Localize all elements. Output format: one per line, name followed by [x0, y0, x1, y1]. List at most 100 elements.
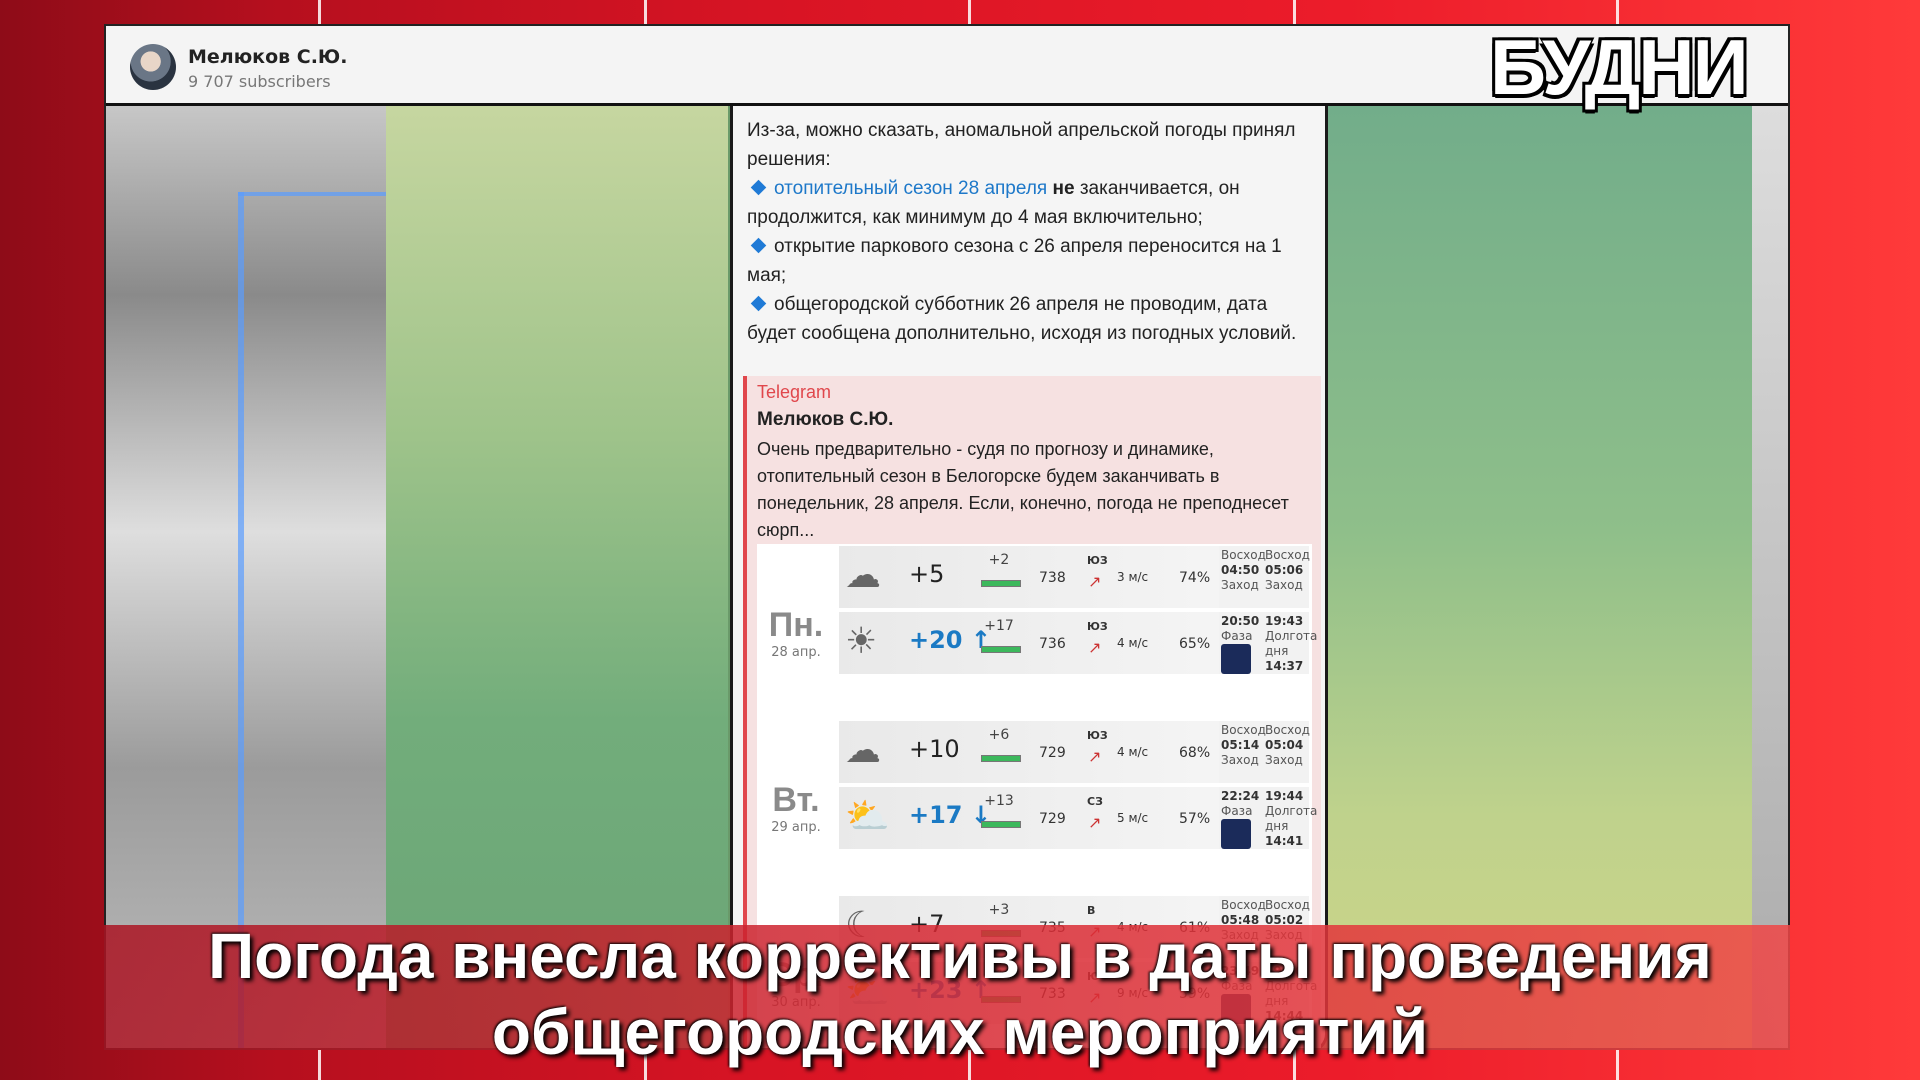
wind-speed: 4 м/с [1117, 636, 1149, 650]
sun-label: Восход [1265, 898, 1310, 912]
moon-phase-icon [1221, 644, 1251, 674]
sun-label: Фаза [1221, 629, 1253, 643]
pressure: 729 [1039, 811, 1066, 827]
sun-cloud-icon: ☀ [845, 621, 878, 662]
wind-direction: ЮЗ [1087, 620, 1108, 633]
sun-time: 22:24 [1221, 789, 1260, 803]
sun-time: 19:43 [1265, 614, 1304, 628]
sun-label: Фаза [1221, 804, 1253, 818]
forecast-row: ☀ +20 ↑ +17 736 ЮЗ ↗ 4 м/с 65% 20:50 Фаза 19:43 Дол… [839, 612, 1318, 674]
sun-label: Восход [1265, 723, 1310, 737]
blurred-backdrop-left [106, 106, 386, 1048]
list-item: отопительный сезон 28 апреля не заканчив… [747, 174, 1317, 232]
sun-time: 05:06 [1265, 563, 1304, 577]
diamond-icon [750, 296, 767, 312]
sun-time: 04:50 [1221, 563, 1260, 577]
sun-col: Восход 05:06 Заход [1265, 548, 1310, 593]
sun-col: 20:50 Фаза [1221, 614, 1263, 678]
list-item: открытие паркового сезона с 26 апреля пе… [747, 232, 1317, 290]
sun-time: 05:14 [1221, 738, 1260, 752]
feels-like-bar [981, 580, 1021, 587]
humidity: 68% [1179, 745, 1211, 761]
sun-cloud-icon: ⛅ [845, 796, 890, 837]
sun-label: Заход [1265, 753, 1303, 767]
diamond-icon [750, 180, 767, 196]
wind-speed: 5 м/с [1117, 811, 1149, 825]
humidity: 74% [1179, 570, 1211, 586]
quote-author: Мелюков С.Ю. [757, 409, 894, 430]
wind-speed: 4 м/с [1117, 745, 1149, 759]
feels-like-bar [981, 646, 1021, 653]
hashtag-link[interactable]: отопительный сезон 28 апреля [774, 178, 1047, 199]
pressure: 738 [1039, 570, 1066, 586]
blurred-backdrop [1752, 106, 1788, 1048]
feels-like: +3 [988, 902, 1010, 918]
quote-source: Telegram [757, 382, 832, 402]
caption-line: общегородских мероприятий [491, 996, 1429, 1068]
forecast-row: ☁ +10 +6 729 ЮЗ ↗ 4 м/с 68% Восход 05:14 Заход Восх… [839, 721, 1310, 783]
avatar[interactable] [130, 44, 176, 90]
day-label: Пн. 28 апр. [757, 606, 835, 660]
subscriber-count: 9 707 subscribers [188, 72, 331, 91]
channel-name[interactable]: Мелюков С.Ю. [188, 46, 347, 68]
temperature: +10 [909, 735, 960, 763]
wind-speed: 3 м/с [1117, 570, 1149, 584]
feels-like: +13 [984, 793, 1014, 809]
sun-info: Восход 05:14 Заход Восход 05:04 Заход [1219, 721, 1310, 783]
message-card: Из-за, можно сказать, аномальной апрельс… [730, 106, 1328, 1048]
blurred-backdrop [386, 106, 728, 1048]
day-date: 29 апр. [771, 820, 821, 835]
list-item: общегородской субботник 26 апреля не про… [747, 290, 1317, 348]
wind-arrow-icon: ↗ [1088, 813, 1102, 832]
caption-line: Погода внесла коррективы в даты проведен… [208, 920, 1712, 992]
diamond-icon [750, 238, 767, 254]
forecast-row: ☁ +5 +2 738 ЮЗ ↗ 3 м/с 74% Восход 04:50 Заход Восхо… [839, 546, 1310, 608]
sun-col: Восход 05:14 Заход [1221, 723, 1266, 768]
sun-label: Восход [1221, 548, 1266, 562]
list-item-text: открытие паркового сезона с 26 апреля пе… [747, 236, 1282, 286]
moon-phase-icon [1221, 819, 1251, 849]
wind-direction: ЮЗ [1087, 729, 1108, 742]
humidity: 65% [1179, 636, 1211, 652]
sun-col: 19:44 Долгота дня 14:41 [1265, 789, 1318, 849]
feels-like-bar [981, 755, 1021, 762]
feels-like: +17 [984, 618, 1014, 634]
sun-label: Заход [1221, 753, 1259, 767]
wind-direction: В [1087, 904, 1096, 917]
message-text: Из-за, можно сказать, аномальной апрельс… [747, 116, 1317, 348]
sun-label: Долгота дня [1265, 629, 1318, 658]
humidity: 57% [1179, 811, 1211, 827]
wind-arrow-icon: ↗ [1088, 747, 1102, 766]
sun-label: Долгота дня [1265, 804, 1318, 833]
pressure: 736 [1039, 636, 1066, 652]
feels-like-bar [981, 821, 1021, 828]
forecast-row: ⛅ +17 ↓ +13 729 СЗ ↗ 5 м/с 57% 22:24 Фаза 19:44 Дол… [839, 787, 1318, 849]
telegram-window: Мелюков С.Ю. 9 707 subscribers Из-за, мо… [104, 24, 1790, 1050]
sun-col: 19:43 Долгота дня 14:37 [1265, 614, 1318, 674]
sun-info: Восход 04:50 Заход Восход 05:06 Заход [1219, 546, 1310, 608]
night-cloudy-icon: ☁ [845, 730, 881, 771]
sun-info: 22:24 Фаза 19:44 Долгота дня 14:41 [1219, 787, 1318, 849]
wind-direction: ЮЗ [1087, 554, 1108, 567]
temperature: +5 [909, 560, 945, 588]
sun-label: Заход [1265, 578, 1303, 592]
sun-time: 19:44 [1265, 789, 1304, 803]
day-label: Вт. 29 апр. [757, 781, 835, 835]
day-name: Вт. [772, 781, 820, 819]
sun-label: Заход [1221, 578, 1259, 592]
sun-label: Восход [1265, 548, 1310, 562]
message-intro: Из-за, можно сказать, аномальной апрельс… [747, 120, 1296, 170]
blurred-backdrop [1328, 106, 1788, 1048]
sun-label: Восход [1221, 898, 1266, 912]
sun-info: 20:50 Фаза 19:43 Долгота дня 14:37 [1219, 612, 1318, 674]
sun-col: Восход 05:04 Заход [1265, 723, 1310, 768]
feels-like: +2 [988, 552, 1010, 568]
daylength: 14:37 [1265, 659, 1304, 673]
night-cloudy-icon: ☁ [845, 555, 881, 596]
sun-col: Восход 04:50 Заход [1221, 548, 1266, 593]
wind-arrow-icon: ↗ [1088, 572, 1102, 591]
quote-text: Очень предварительно - судя по прогнозу … [757, 439, 1289, 540]
sun-label: Восход [1221, 723, 1266, 737]
daylength: 14:41 [1265, 834, 1304, 848]
highlight-line [238, 192, 386, 196]
